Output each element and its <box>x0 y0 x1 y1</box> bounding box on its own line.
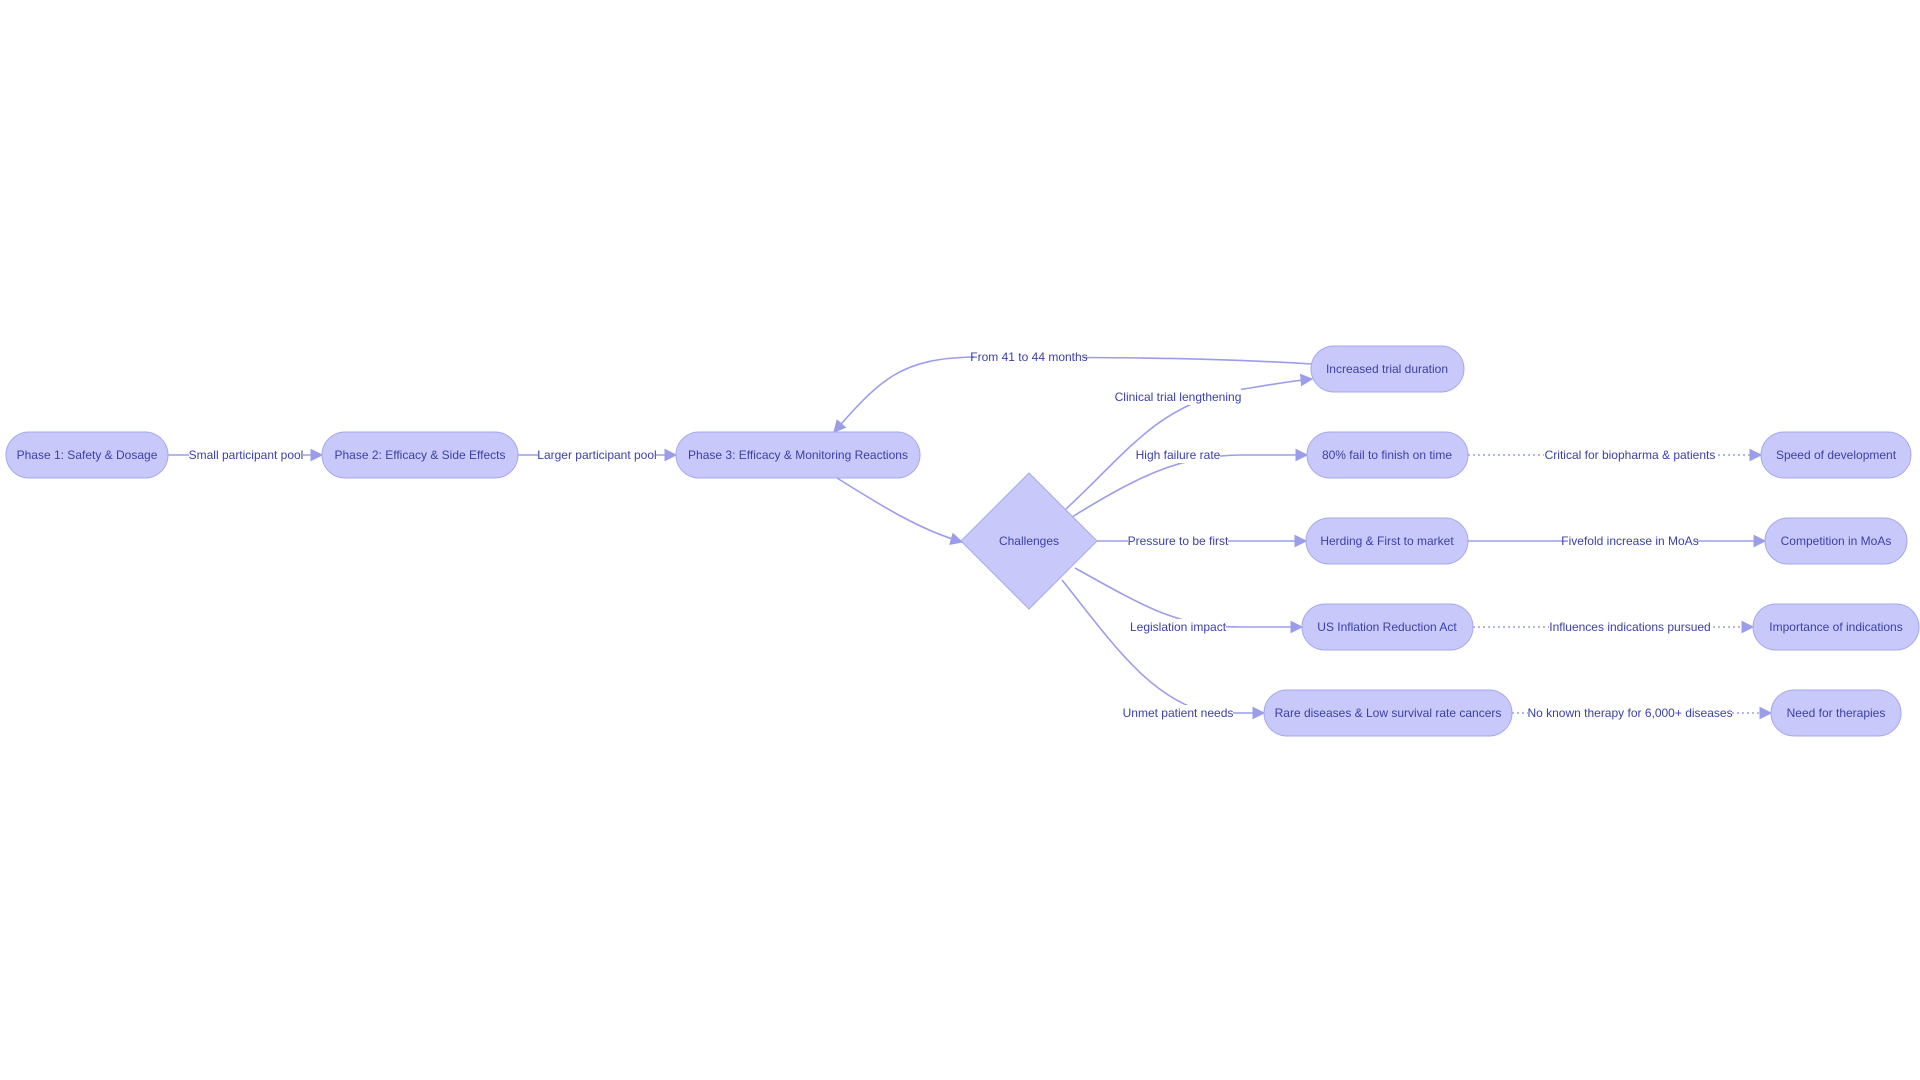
svg-text:Pressure to be first: Pressure to be first <box>1128 534 1229 548</box>
edge-phase3-challenges <box>836 477 964 545</box>
edge-label-ch-rare: Unmet patient needs <box>1121 705 1233 721</box>
edge-label-p1-p2: Small participant pool <box>189 447 304 463</box>
svg-text:Phase 3: Efficacy & Monitoring: Phase 3: Efficacy & Monitoring Reactions <box>688 448 908 462</box>
svg-text:High failure rate: High failure rate <box>1136 448 1221 462</box>
flowchart: Small participant pool Larger participan… <box>5 345 1920 737</box>
node-increased-duration[interactable]: Increased trial duration <box>1310 345 1465 393</box>
svg-text:Need for therapies: Need for therapies <box>1787 706 1886 720</box>
svg-text:Clinical trial lengthening: Clinical trial lengthening <box>1115 390 1242 404</box>
edge-label-ira-ind: Influences indications pursued <box>1549 619 1711 635</box>
edge-challenges-fail <box>1071 448 1309 518</box>
svg-text:US Inflation Reduction Act: US Inflation Reduction Act <box>1317 620 1457 634</box>
edge-challenges-ira <box>1074 567 1304 634</box>
edge-labels: Small participant pool Larger participan… <box>189 349 1733 721</box>
node-challenges[interactable]: Challenges <box>960 472 1098 610</box>
edge-label-ch-ira: Legislation impact <box>1130 619 1227 635</box>
edge-challenges-rare <box>1061 579 1266 720</box>
node-fail-rate[interactable]: 80% fail to finish on time <box>1306 431 1469 479</box>
svg-text:Influences indications pursued: Influences indications pursued <box>1549 620 1710 634</box>
node-phase3[interactable]: Phase 3: Efficacy & Monitoring Reactions <box>675 431 921 479</box>
svg-text:Unmet patient needs: Unmet patient needs <box>1123 706 1234 720</box>
edge-label-duration-p3: From 41 to 44 months <box>970 349 1088 365</box>
svg-text:Importance of indications: Importance of indications <box>1769 620 1902 634</box>
edge-label-ch-fail: High failure rate <box>1136 447 1221 463</box>
svg-text:Increased trial duration: Increased trial duration <box>1326 362 1448 376</box>
node-phase1[interactable]: Phase 1: Safety & Dosage <box>5 431 169 479</box>
edge-label-ch-herd: Pressure to be first <box>1128 533 1229 549</box>
node-indications[interactable]: Importance of indications <box>1752 603 1920 651</box>
node-rare[interactable]: Rare diseases & Low survival rate cancer… <box>1263 689 1513 737</box>
node-phase2[interactable]: Phase 2: Efficacy & Side Effects <box>321 431 519 479</box>
svg-text:Competition in MoAs: Competition in MoAs <box>1781 534 1892 548</box>
svg-text:Rare diseases & Low survival r: Rare diseases & Low survival rate cancer… <box>1275 706 1502 720</box>
node-ira[interactable]: US Inflation Reduction Act <box>1301 603 1474 651</box>
svg-text:Herding & First to market: Herding & First to market <box>1320 534 1454 548</box>
svg-text:Legislation impact: Legislation impact <box>1130 620 1227 634</box>
edge-label-fail-speed: Critical for biopharma & patients <box>1544 447 1716 463</box>
edge-label-ch-dur: Clinical trial lengthening <box>1115 389 1242 405</box>
node-speed[interactable]: Speed of development <box>1760 431 1912 479</box>
svg-text:From 41 to 44 months: From 41 to 44 months <box>970 350 1087 364</box>
svg-text:Small participant pool: Small participant pool <box>189 448 304 462</box>
svg-text:80% fail to finish on time: 80% fail to finish on time <box>1322 448 1452 462</box>
node-therapies[interactable]: Need for therapies <box>1770 689 1902 737</box>
edge-label-p2-p3: Larger participant pool <box>537 447 657 463</box>
svg-text:Phase 1: Safety & Dosage: Phase 1: Safety & Dosage <box>17 448 158 462</box>
edge-label-rare-ther: No known therapy for 6,000+ diseases <box>1527 705 1733 721</box>
node-herding[interactable]: Herding & First to market <box>1305 517 1469 565</box>
edge-label-herd-comp: Fivefold increase in MoAs <box>1561 533 1699 549</box>
svg-text:Larger participant pool: Larger participant pool <box>537 448 656 462</box>
svg-text:Challenges: Challenges <box>999 534 1059 548</box>
svg-text:No known therapy for 6,000+ di: No known therapy for 6,000+ diseases <box>1527 706 1732 720</box>
svg-text:Phase 2: Efficacy & Side Effec: Phase 2: Efficacy & Side Effects <box>335 448 506 462</box>
svg-text:Speed of development: Speed of development <box>1776 448 1897 462</box>
svg-text:Critical for biopharma & patie: Critical for biopharma & patients <box>1545 448 1716 462</box>
svg-text:Fivefold increase in MoAs: Fivefold increase in MoAs <box>1561 534 1698 548</box>
node-competition[interactable]: Competition in MoAs <box>1764 517 1908 565</box>
